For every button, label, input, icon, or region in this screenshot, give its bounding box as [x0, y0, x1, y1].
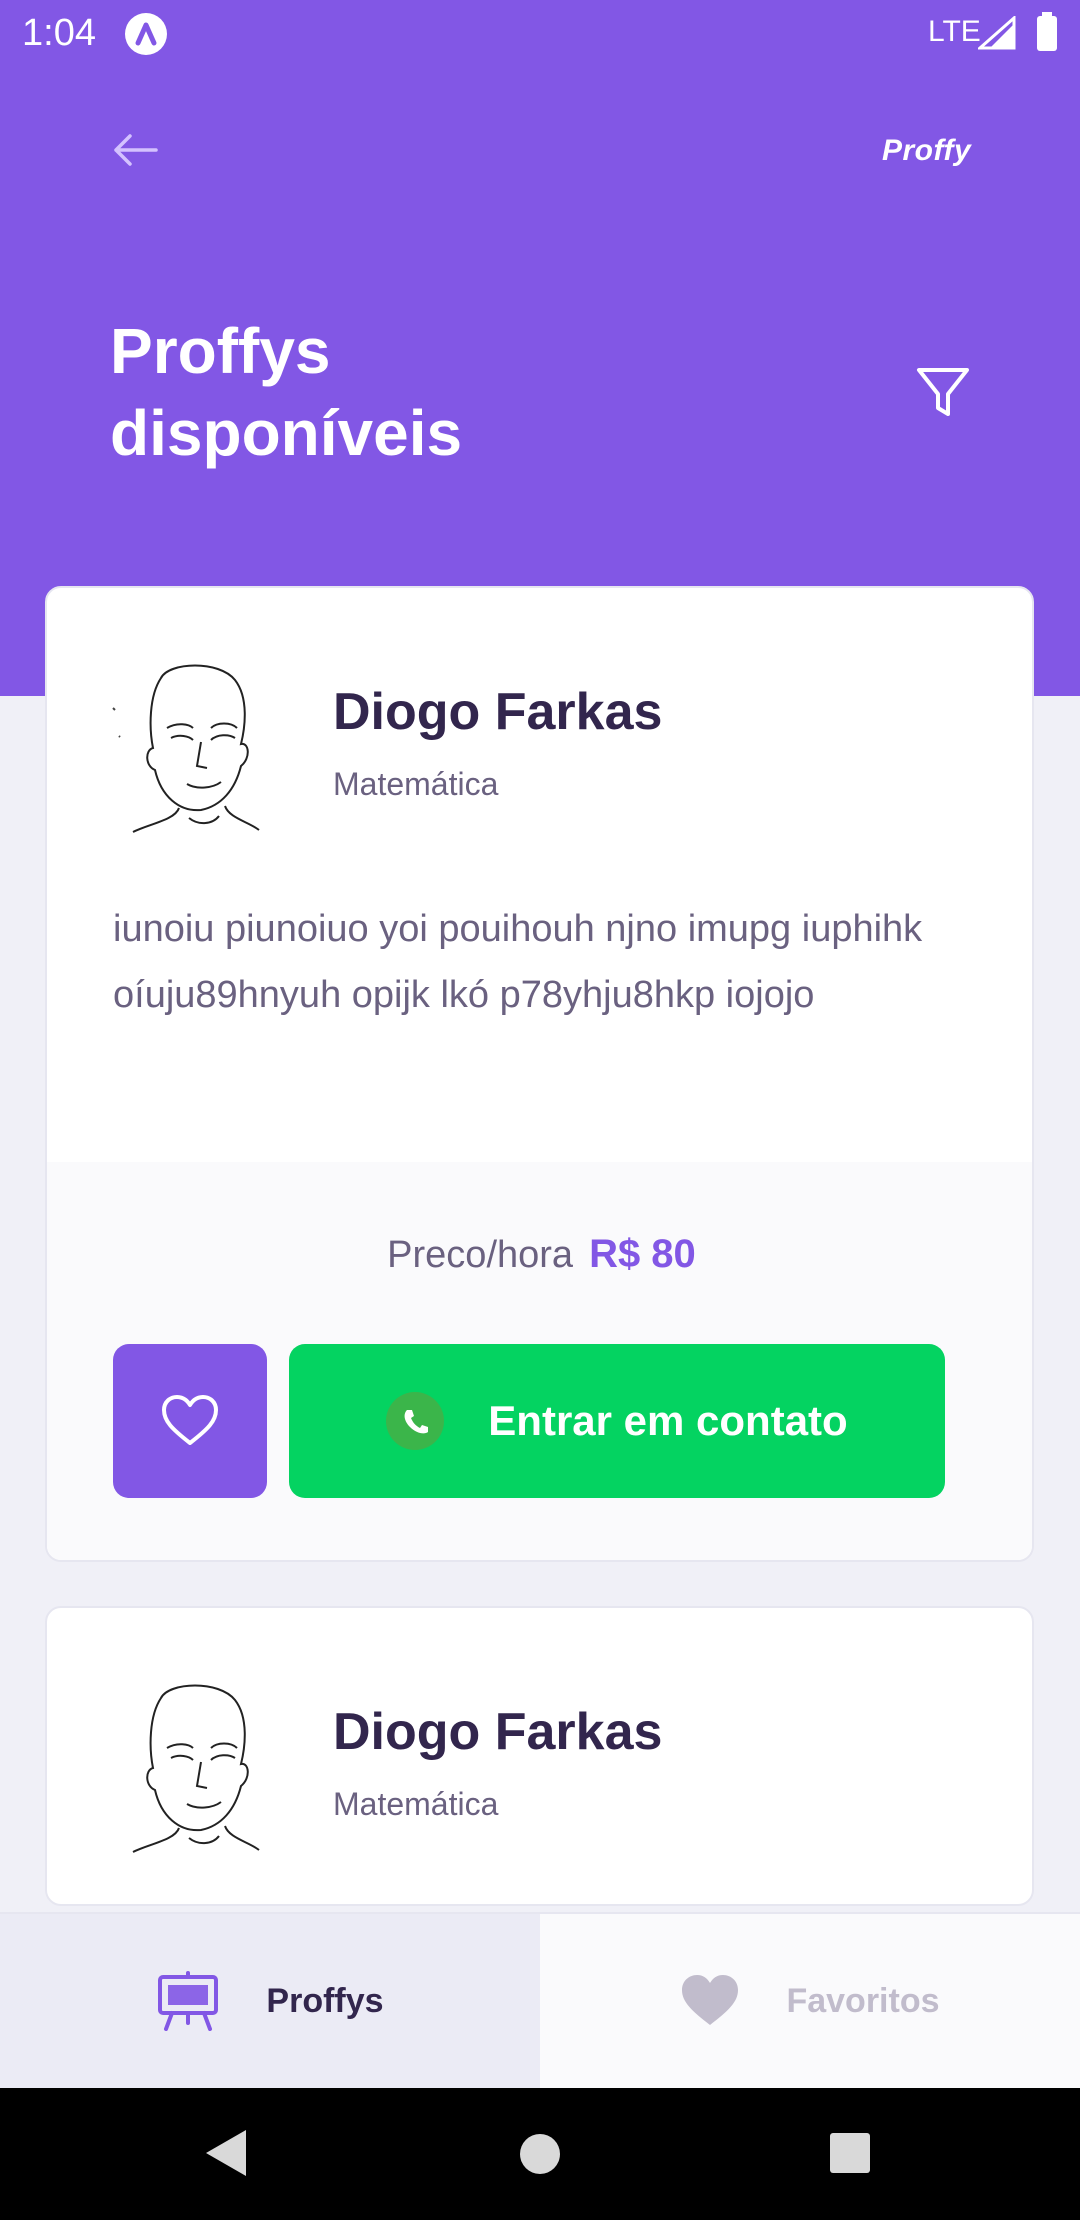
brand-logo: Proffy	[882, 134, 972, 167]
contact-button-label: Entrar em contato	[488, 1397, 848, 1444]
teacher-subject: Matemática	[333, 766, 499, 802]
system-nav-bar	[0, 2088, 1080, 2220]
price-value: R$ 80	[589, 1232, 696, 1276]
page-title-line-2: disponíveis	[110, 397, 463, 469]
status-time: 1:04	[22, 12, 96, 54]
teacher-name: Diogo Farkas	[333, 683, 663, 741]
bottom-tab-bar: Proffys Favoritos	[0, 1912, 1080, 2088]
tab-proffys-label: Proffys	[266, 1981, 384, 2020]
teacher-subject: Matemática	[333, 1786, 499, 1822]
battery-icon	[1037, 12, 1057, 51]
tab-favoritos[interactable]: Favoritos	[540, 1914, 1080, 2088]
signal-icon	[978, 16, 1016, 50]
app-notification-icon	[125, 13, 167, 55]
filter-icon[interactable]	[914, 364, 972, 422]
page-title-line-1: Proffys	[110, 315, 331, 387]
easel-icon	[158, 1971, 219, 2031]
avatar-sketch	[112, 664, 260, 833]
avatar-sketch	[132, 1684, 260, 1853]
avatar	[109, 1678, 271, 1854]
teacher-card: Diogo Farkas Matemática iunoiu piunoiuo …	[45, 586, 1034, 1562]
tab-proffys[interactable]: Proffys	[0, 1914, 540, 2088]
teacher-name: Diogo Farkas	[333, 1703, 663, 1761]
nav-home-icon[interactable]	[518, 2132, 562, 2176]
avatar	[109, 658, 271, 834]
favorite-button[interactable]	[113, 1344, 267, 1498]
whatsapp-icon	[386, 1392, 445, 1450]
heart-outline-icon	[162, 1395, 218, 1445]
tab-favoritos-label: Favoritos	[786, 1981, 940, 2020]
price-label: Preco/hora	[387, 1234, 574, 1276]
network-type: LTE	[928, 15, 981, 48]
nav-back-icon[interactable]	[204, 2128, 248, 2178]
teacher-card: Diogo Farkas Matemática	[45, 1606, 1034, 1906]
price-row: Preco/hora R$ 80	[47, 1232, 1032, 1277]
card-footer: Preco/hora R$ 80 Entrar em contato	[47, 1162, 1032, 1560]
status-bar: 1:04 LTE	[0, 0, 1080, 66]
nav-recents-icon[interactable]	[829, 2132, 871, 2174]
back-arrow-icon[interactable]	[108, 122, 164, 178]
teacher-bio: iunoiu piunoiuo yoi pouihouh njno imupg …	[113, 908, 923, 1016]
contact-button[interactable]: Entrar em contato	[289, 1344, 945, 1498]
page-title: Proffys disponíveis	[110, 310, 630, 474]
heart-icon	[682, 1975, 739, 2025]
